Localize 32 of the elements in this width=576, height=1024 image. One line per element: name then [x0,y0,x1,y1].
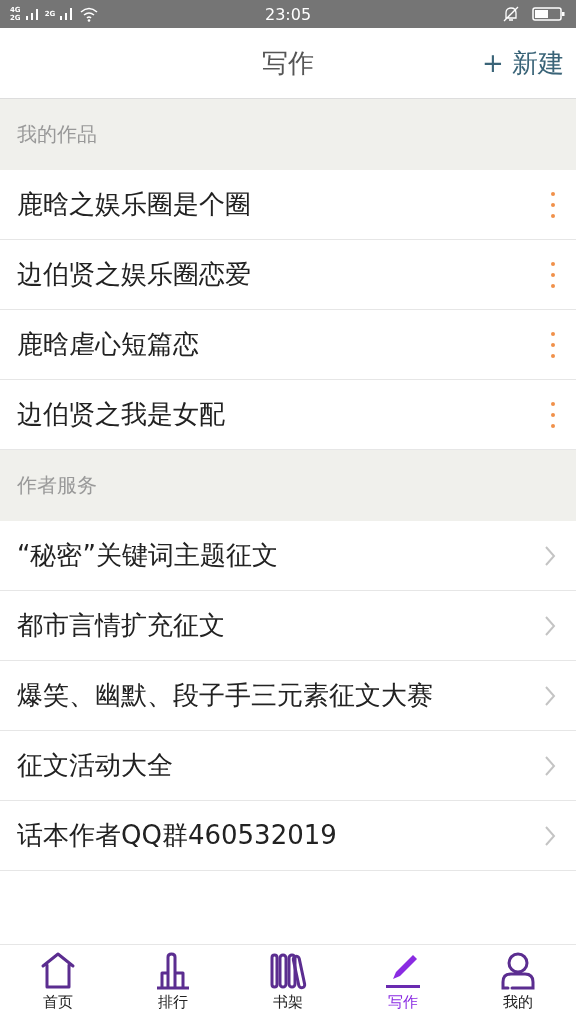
list-item[interactable]: 征文活动大全 [0,731,576,801]
chevron-right-icon [544,754,556,777]
books-icon [268,951,308,991]
more-icon[interactable] [550,330,556,359]
tab[interactable]: 排行 [115,945,231,1024]
clock: 23:05 [264,4,312,24]
chevron-right-icon [544,544,556,567]
list-item[interactable]: 鹿晗之娱乐圈是个圈 [0,170,576,240]
chevron-right-icon [544,824,556,847]
new-button[interactable]: + 新建 [477,41,568,85]
tab[interactable]: 书架 [230,945,346,1024]
tab[interactable]: 写作 [345,945,461,1024]
list-item[interactable]: 鹿晗虐心短篇恋 [0,310,576,380]
tab[interactable]: 我的 [460,945,576,1024]
list-item[interactable]: 话本作者QQ群460532019 [0,801,576,871]
battery-icon [532,6,566,22]
list-item[interactable]: 边伯贤之娱乐圈恋爱 [0,240,576,310]
section-header: 作者服务 [0,450,576,521]
more-icon[interactable] [550,190,556,219]
list-item[interactable]: 爆笑、幽默、段子手三元素征文大赛 [0,661,576,731]
more-icon[interactable] [550,400,556,429]
more-icon[interactable] [550,260,556,289]
list-item[interactable]: 都市言情扩充征文 [0,591,576,661]
list-item[interactable]: “秘密”关键词主题征文 [0,521,576,591]
wifi-icon [79,6,100,22]
tab[interactable]: 首页 [0,945,116,1024]
section-header: 我的作品 [0,99,576,170]
chevron-right-icon [544,614,556,637]
page-title: 写作 [262,46,314,80]
signal-icon [24,7,41,21]
chevron-right-icon [544,684,556,707]
bell-muted-icon [502,5,520,23]
